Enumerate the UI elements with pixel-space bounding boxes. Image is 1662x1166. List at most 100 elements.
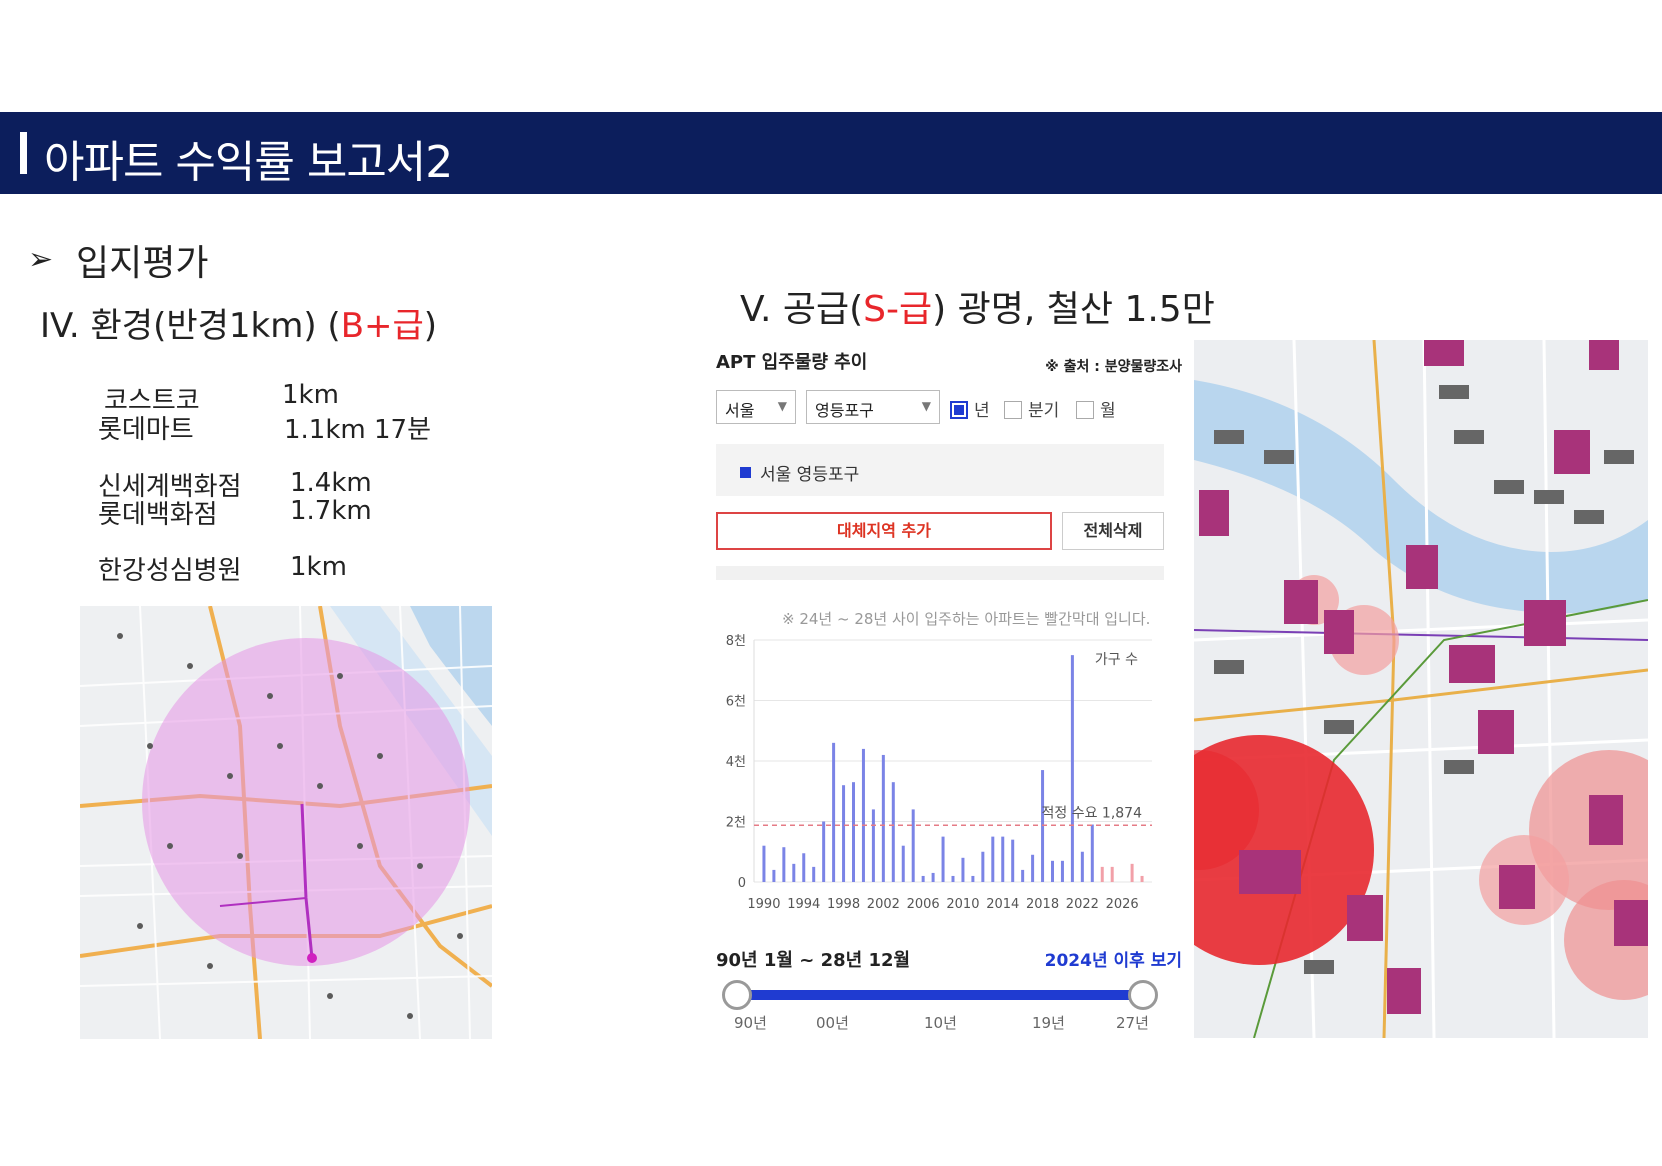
slider-tick: 10년 — [924, 1014, 957, 1032]
divider-strip — [716, 566, 1164, 580]
chart-bar — [1110, 866, 1114, 882]
radius-map-graphic — [80, 606, 492, 1039]
chart-bar — [1060, 860, 1064, 882]
x-tick-label: 2006 — [907, 897, 940, 912]
chart-bar — [842, 785, 846, 882]
supply-map-graphic — [1194, 340, 1648, 1038]
chart-bar — [1021, 869, 1025, 882]
chart-bar — [911, 809, 915, 882]
chart-bar — [931, 872, 935, 882]
panel-title: APT 입주물량 추이 — [716, 352, 868, 373]
legend-label: 가구 수 — [1095, 652, 1138, 668]
chart-bar — [792, 863, 796, 882]
region-item: 서울 영등포구 — [716, 444, 1164, 496]
y-tick-label: 8천 — [726, 634, 746, 649]
environment-heading: IV. 환경(반경1km) (B+급) — [40, 298, 437, 347]
district-select-value: 영등포구 — [815, 401, 874, 420]
period-quarter-checkbox[interactable]: 분기 — [1004, 396, 1059, 421]
x-tick-label: 2018 — [1026, 897, 1059, 912]
y-tick-label: 6천 — [726, 695, 746, 710]
slider-end-handle[interactable] — [1128, 980, 1158, 1010]
chart-bar — [861, 748, 865, 882]
chart-bar — [762, 845, 766, 882]
chart-bar — [852, 782, 855, 882]
checkbox-icon — [1004, 401, 1022, 419]
chart-bar — [901, 845, 905, 882]
supply-grade: S-급 — [863, 289, 933, 330]
checkbox-checked-icon — [950, 401, 968, 419]
series-color-icon — [740, 467, 751, 478]
x-tick-label: 1990 — [747, 897, 780, 912]
chart-bar — [991, 836, 995, 882]
facility-distance: 1.7km — [290, 496, 372, 526]
district-select[interactable]: 영등포구 ▼ — [806, 390, 940, 424]
facility-distance: 1km — [290, 552, 347, 582]
chart-bar — [1051, 860, 1054, 882]
supply-heading-text: V. 공급( — [740, 289, 864, 330]
radius-map — [80, 606, 492, 1039]
supply-bar-chart: 0 2천 4천 6천 8천적정 수요 1,874 가구 수 1990 1994 1998 2002… — [726, 634, 1152, 912]
x-tick-label: 2002 — [867, 897, 900, 912]
y-tick-label: 4천 — [726, 755, 746, 770]
chart-bar — [951, 875, 955, 882]
chart-bar — [921, 875, 925, 882]
y-tick-label: 2천 — [726, 816, 746, 831]
chevron-down-icon: ▼ — [921, 399, 931, 413]
chart-bar — [1001, 836, 1005, 882]
environment-grade: B+급 — [340, 306, 424, 346]
range-label: 90년 1월 ~ 28년 12월 — [716, 950, 911, 971]
slider-tick: 00년 — [816, 1014, 849, 1032]
y-tick-label: 0 — [738, 876, 746, 891]
add-region-button[interactable]: 대체지역 추가 — [716, 512, 1052, 550]
period-month-label: 월 — [1100, 401, 1116, 421]
chart-bar — [1100, 866, 1104, 882]
x-tick-label: 1998 — [827, 897, 860, 912]
environment-heading-close: ) — [423, 306, 438, 346]
chart-bar — [981, 851, 985, 882]
facility-distance: 1.4km — [290, 468, 372, 498]
region-label: 서울 영등포구 — [760, 465, 860, 485]
slider-tick: 27년 — [1116, 1014, 1149, 1032]
facility-distance: 1km — [282, 380, 339, 410]
page-title: 아파트 수익률 보고서2 — [44, 137, 453, 188]
chart-bar — [822, 821, 826, 882]
chart-bar — [1140, 875, 1144, 882]
panel-source: ※ 출처 : 분양물량조사 — [1045, 359, 1182, 375]
title-bar: 아파트 수익률 보고서2 — [0, 112, 1662, 194]
chevron-down-icon: ▼ — [777, 399, 787, 413]
facility-distance: 1.1km 17분 — [284, 415, 432, 445]
x-tick-label: 1994 — [787, 897, 820, 912]
period-year-checkbox[interactable]: 년 — [950, 396, 990, 421]
chart-bar — [961, 857, 965, 882]
period-year-label: 년 — [974, 401, 990, 421]
chart-bar — [1031, 854, 1035, 882]
arrow-bullet-icon: ➢ — [28, 242, 54, 277]
chart-bar — [1090, 824, 1094, 882]
chart-bar — [881, 754, 885, 882]
chart-note: ※ 24년 ~ 28년 사이 입주하는 아파트는 빨간막대 입니다. — [782, 610, 1151, 628]
view-after-2024-link[interactable]: 2024년 이후 보기 — [1045, 946, 1182, 971]
chart-bar — [941, 836, 945, 882]
chart-bar — [1130, 863, 1134, 882]
chart-bar — [812, 866, 816, 882]
chart-bar — [832, 742, 836, 882]
checkbox-icon — [1076, 401, 1094, 419]
chart-bar — [1070, 655, 1074, 882]
year-range-slider[interactable] — [740, 990, 1144, 1000]
slider-start-handle[interactable] — [722, 980, 752, 1010]
chart-bar — [772, 869, 776, 882]
city-select[interactable]: 서울 ▼ — [716, 390, 796, 424]
facility-name: 한강성심병원 — [98, 556, 242, 586]
period-quarter-label: 분기 — [1028, 401, 1060, 421]
x-tick-label: 2026 — [1106, 897, 1139, 912]
slider-tick: 90년 — [734, 1014, 767, 1032]
chart-bar — [891, 782, 895, 882]
section-heading: 입지평가 — [76, 243, 209, 284]
period-month-checkbox[interactable]: 월 — [1076, 396, 1116, 421]
chart-bar — [802, 853, 806, 882]
supply-heading-rest: ) 광명, 철산 1.5만 — [932, 289, 1215, 330]
supply-map — [1194, 340, 1648, 1038]
delete-all-button[interactable]: 전체삭제 — [1062, 512, 1164, 550]
chart-bar — [871, 809, 875, 882]
x-tick-label: 2014 — [986, 897, 1019, 912]
